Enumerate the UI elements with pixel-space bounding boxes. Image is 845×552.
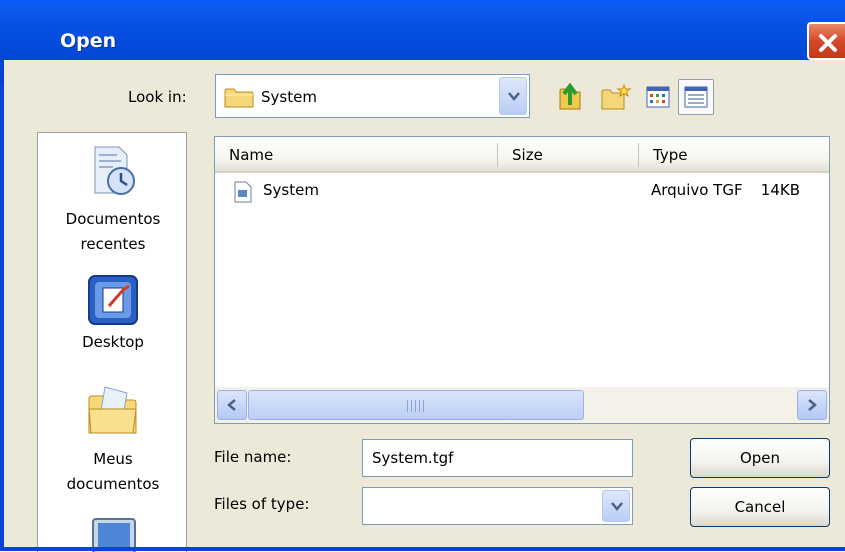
- window-title: Open: [60, 30, 117, 52]
- look-in-value: System: [261, 88, 317, 106]
- column-header-size[interactable]: Size: [498, 137, 638, 171]
- close-button[interactable]: [807, 22, 845, 60]
- look-in-dropdown[interactable]: System: [215, 74, 530, 118]
- file-type-cell: Arquivo TGF: [651, 181, 743, 199]
- open-dialog-window: Open Look in: System Documentos recentes…: [0, 0, 845, 552]
- file-name-cell: System: [263, 181, 319, 199]
- file-list[interactable]: Name Size Type System 14KB Arquivo TGF: [214, 136, 830, 424]
- column-header-name[interactable]: Name: [215, 137, 497, 171]
- place-my-documents[interactable]: Meus documentos: [38, 381, 186, 497]
- file-row[interactable]: System 14KB Arquivo TGF: [215, 177, 829, 207]
- file-name-value: System.tgf: [372, 449, 454, 467]
- recent-documents-icon: [83, 141, 143, 201]
- place-my-documents-label: Meus documentos: [66, 450, 160, 493]
- desktop-icon: [83, 270, 143, 330]
- horizontal-scrollbar[interactable]: [215, 387, 829, 423]
- place-desktop-label: Desktop: [82, 333, 144, 351]
- new-folder-icon[interactable]: [598, 79, 634, 115]
- folder-icon: [224, 87, 254, 113]
- file-size-cell: 14KB: [760, 181, 800, 199]
- open-button[interactable]: Open: [690, 438, 830, 478]
- cancel-button[interactable]: Cancel: [690, 487, 830, 527]
- place-desktop[interactable]: Desktop: [38, 270, 186, 355]
- place-recent-documents[interactable]: Documentos recentes: [38, 141, 186, 257]
- file-type-dropdown[interactable]: [362, 487, 633, 525]
- look-in-dropdown-button[interactable]: [499, 77, 527, 115]
- file-name-label: File name:: [214, 448, 292, 466]
- window-frame-bottom: [0, 547, 845, 551]
- scrollbar-thumb[interactable]: [248, 390, 584, 420]
- details-view-icon[interactable]: [678, 79, 714, 115]
- places-bar: Documentos recentes Desktop Meus documen…: [37, 132, 187, 552]
- look-in-label: Look in:: [128, 88, 187, 106]
- scrollbar-grip: [407, 400, 425, 412]
- place-recent-documents-label: Documentos recentes: [65, 210, 161, 253]
- list-view-icon[interactable]: [640, 79, 676, 115]
- file-icon: [233, 181, 253, 207]
- up-one-level-icon[interactable]: [552, 79, 588, 115]
- scroll-right-button[interactable]: [797, 390, 827, 420]
- file-list-header: Name Size Type: [215, 137, 829, 173]
- file-name-field[interactable]: System.tgf: [362, 439, 633, 477]
- file-type-dropdown-button[interactable]: [602, 490, 630, 522]
- my-documents-icon: [83, 381, 143, 441]
- file-type-label: Files of type:: [214, 495, 310, 513]
- column-header-type[interactable]: Type: [639, 137, 829, 171]
- scroll-left-button[interactable]: [217, 390, 247, 420]
